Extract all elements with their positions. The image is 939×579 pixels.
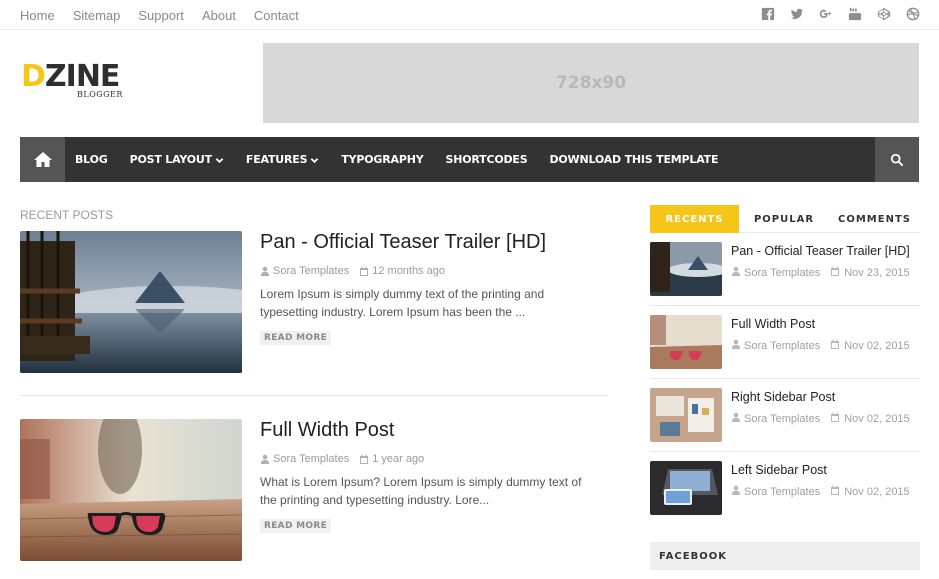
post-date: 12 months ago: [372, 265, 446, 277]
post-excerpt: What is Lorem Ipsum? Lorem Ipsum is simp…: [260, 475, 582, 507]
ad-size-label: 728x90: [555, 73, 627, 93]
post-title[interactable]: Pan - Official Teaser Trailer [HD]: [260, 231, 546, 254]
sidebar-post-title[interactable]: Left Sidebar Post: [731, 463, 827, 477]
sidebar-post-date: Nov 02, 2015: [844, 412, 910, 425]
sidebar-post-title[interactable]: Pan - Official Teaser Trailer [HD]: [731, 244, 910, 258]
top-link-home[interactable]: Home: [20, 8, 55, 23]
sidebar-post-date: Nov 23, 2015: [844, 266, 910, 279]
read-more-button[interactable]: READ MORE: [260, 519, 332, 533]
sidebar-thumbnail[interactable]: [650, 242, 722, 296]
sidebar-thumbnail[interactable]: [650, 461, 722, 515]
top-link-sitemap[interactable]: Sitemap: [73, 8, 121, 23]
sidebar-post-meta: Sora Templates Nov 23, 2015: [731, 266, 910, 279]
top-links: Home Sitemap Support About Contact: [20, 0, 317, 30]
tab-recents[interactable]: RECENTS: [650, 205, 739, 233]
dribbble-icon[interactable]: [905, 6, 921, 22]
codepen-icon[interactable]: [876, 6, 892, 22]
post-author[interactable]: Sora Templates: [273, 453, 349, 465]
calendar-icon: [830, 339, 840, 352]
logo-wordmark: DZINE: [21, 59, 120, 94]
calendar-icon: [359, 454, 369, 464]
top-bar: Home Sitemap Support About Contact: [0, 0, 939, 30]
sidebar-divider: [650, 305, 920, 306]
post-date: 1 year ago: [372, 453, 425, 465]
user-icon: [731, 485, 741, 498]
top-link-support[interactable]: Support: [138, 8, 184, 23]
search-button[interactable]: [875, 137, 919, 182]
twitter-icon[interactable]: [789, 6, 805, 22]
calendar-icon: [830, 485, 840, 498]
tab-comments[interactable]: COMMENTS: [829, 205, 920, 233]
nav-item-download[interactable]: DOWNLOAD THIS TEMPLATE: [549, 153, 718, 166]
nav-item-shortcodes[interactable]: SHORTCODES: [445, 153, 527, 166]
nav-items: BLOG POST LAYOUT FEATURES TYPOGRAPHY SHO…: [65, 137, 740, 182]
google-plus-icon[interactable]: [818, 6, 834, 22]
top-link-contact[interactable]: Contact: [254, 8, 299, 23]
logo-tagline: BLOGGER: [77, 90, 123, 99]
sidebar-post-author[interactable]: Sora Templates: [744, 486, 820, 498]
post-author[interactable]: Sora Templates: [273, 265, 349, 277]
sidebar-post: Left Sidebar Post Sora Templates Nov 02,…: [650, 461, 920, 534]
sidebar-divider: [650, 378, 920, 379]
top-link-about[interactable]: About: [202, 8, 236, 23]
post-thumbnail-ship[interactable]: [20, 231, 242, 373]
post-title[interactable]: Full Width Post: [260, 419, 394, 442]
ad-banner[interactable]: 728x90: [263, 43, 919, 123]
sidebar-tabs: RECENTS POPULAR COMMENTS: [650, 205, 920, 233]
nav-item-typography[interactable]: TYPOGRAPHY: [341, 153, 423, 166]
sidebar-post: Full Width Post Sora Templates Nov 02, 2…: [650, 315, 920, 388]
sidebar-post-author[interactable]: Sora Templates: [744, 413, 820, 425]
sidebar-post-author[interactable]: Sora Templates: [744, 267, 820, 279]
sidebar-post-title[interactable]: Full Width Post: [731, 317, 815, 331]
site-logo[interactable]: DZINE BLOGGER: [21, 62, 136, 102]
home-icon: [33, 151, 52, 167]
sidebar-post: Pan - Official Teaser Trailer [HD] Sora …: [650, 242, 920, 315]
sidebar-divider: [650, 451, 920, 452]
sidebar-post-date: Nov 02, 2015: [844, 485, 910, 498]
user-icon: [731, 339, 741, 352]
chevron-down-icon: [215, 155, 224, 164]
user-icon: [731, 266, 741, 279]
main-navigation: BLOG POST LAYOUT FEATURES TYPOGRAPHY SHO…: [20, 137, 919, 182]
nav-item-blog[interactable]: BLOG: [75, 153, 108, 166]
facebook-widget-title: FACEBOOK: [650, 542, 920, 570]
sidebar-thumbnail[interactable]: [650, 315, 722, 369]
nav-item-post-layout[interactable]: POST LAYOUT: [130, 153, 224, 166]
user-icon: [260, 266, 270, 276]
sidebar-post-title[interactable]: Right Sidebar Post: [731, 390, 835, 404]
calendar-icon: [830, 266, 840, 279]
calendar-icon: [359, 266, 369, 276]
sidebar-thumbnail[interactable]: [650, 388, 722, 442]
post-card: Pan - Official Teaser Trailer [HD] Sora …: [20, 231, 608, 376]
sidebar-post-meta: Sora Templates Nov 02, 2015: [731, 412, 910, 425]
sidebar-post-meta: Sora Templates Nov 02, 2015: [731, 485, 910, 498]
post-meta: Sora Templates 12 months ago: [260, 265, 445, 277]
sidebar-post-date: Nov 02, 2015: [844, 339, 910, 352]
user-icon: [260, 454, 270, 464]
sidebar-post-meta: Sora Templates Nov 02, 2015: [731, 339, 910, 352]
sidebar-post: Right Sidebar Post Sora Templates Nov 02…: [650, 388, 920, 461]
facebook-icon[interactable]: [760, 6, 776, 22]
post-divider: [20, 395, 608, 396]
youtube-icon[interactable]: [847, 6, 863, 22]
search-icon: [890, 153, 904, 166]
sidebar-post-author[interactable]: Sora Templates: [744, 340, 820, 352]
home-button[interactable]: [20, 137, 65, 182]
calendar-icon: [830, 412, 840, 425]
tab-popular[interactable]: POPULAR: [739, 205, 829, 233]
read-more-button[interactable]: READ MORE: [260, 331, 332, 345]
user-icon: [731, 412, 741, 425]
post-thumbnail-sunglasses[interactable]: [20, 419, 242, 561]
chevron-down-icon: [310, 155, 319, 164]
post-card: Full Width Post Sora Templates 1 year ag…: [20, 419, 608, 564]
post-meta: Sora Templates 1 year ago: [260, 453, 424, 465]
nav-item-features[interactable]: FEATURES: [246, 153, 319, 166]
recent-posts-heading: RECENT POSTS: [20, 208, 114, 222]
post-excerpt: Lorem Ipsum is simply dummy text of the …: [260, 287, 545, 319]
social-icons: [747, 6, 921, 22]
